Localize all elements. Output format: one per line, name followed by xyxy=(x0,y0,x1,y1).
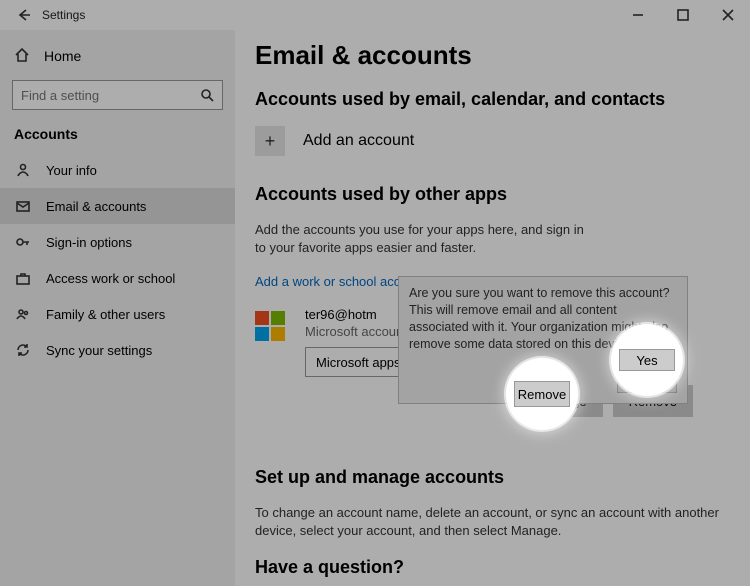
dialog-text: Are you sure you want to remove this acc… xyxy=(409,285,677,353)
close-icon xyxy=(720,7,736,23)
category-heading: Accounts xyxy=(0,110,235,152)
search-box[interactable] xyxy=(12,80,223,110)
person-icon xyxy=(14,162,32,178)
sidebar-item-your-info[interactable]: Your info xyxy=(0,152,235,188)
search-icon xyxy=(199,87,215,106)
sidebar-item-label: Sync your settings xyxy=(46,343,152,358)
section-desc-setup: To change an account name, delete an acc… xyxy=(255,504,730,539)
sidebar-item-label: Sign-in options xyxy=(46,235,132,250)
section-desc-other-apps: Add the accounts you use for your apps h… xyxy=(255,221,585,256)
arrow-left-icon xyxy=(15,7,31,23)
maximize-icon xyxy=(675,7,691,23)
dialog-yes-button[interactable]: Yes xyxy=(617,369,677,393)
sidebar-item-label: Access work or school xyxy=(46,271,175,286)
minimize-button[interactable] xyxy=(615,0,660,30)
mail-icon xyxy=(14,198,32,214)
search-input[interactable] xyxy=(12,80,223,110)
sidebar-item-label: Your info xyxy=(46,163,97,178)
home-icon xyxy=(14,47,30,66)
back-button[interactable] xyxy=(8,7,38,23)
sidebar-item-label: Family & other users xyxy=(46,307,165,322)
add-account-row[interactable]: + Add an account xyxy=(255,126,730,156)
section-title-question: Have a question? xyxy=(255,557,730,578)
home-nav[interactable]: Home xyxy=(0,38,235,74)
sidebar-item-sync[interactable]: Sync your settings xyxy=(0,332,235,368)
add-account-label: Add an account xyxy=(303,132,414,150)
sync-icon xyxy=(14,342,32,358)
sidebar-item-email-accounts[interactable]: Email & accounts xyxy=(0,188,235,224)
maximize-button[interactable] xyxy=(660,0,705,30)
microsoft-logo-icon xyxy=(255,311,285,341)
page-title: Email & accounts xyxy=(255,40,730,71)
briefcase-icon xyxy=(14,270,32,286)
key-icon xyxy=(14,234,32,250)
sidebar-item-family[interactable]: Family & other users xyxy=(0,296,235,332)
plus-icon: + xyxy=(255,126,285,156)
sidebar: Home Accounts Your info Email & accounts xyxy=(0,30,235,586)
sidebar-item-label: Email & accounts xyxy=(46,199,146,214)
section-title-email: Accounts used by email, calendar, and co… xyxy=(255,89,730,110)
minimize-icon xyxy=(630,7,646,23)
sidebar-item-signin-options[interactable]: Sign-in options xyxy=(0,224,235,260)
window-title: Settings xyxy=(42,8,85,22)
remove-confirm-dialog: Are you sure you want to remove this acc… xyxy=(398,276,688,404)
sidebar-item-access-work[interactable]: Access work or school xyxy=(0,260,235,296)
close-button[interactable] xyxy=(705,0,750,30)
titlebar: Settings xyxy=(0,0,750,30)
people-icon xyxy=(14,306,32,322)
section-title-setup: Set up and manage accounts xyxy=(255,467,730,488)
section-title-other-apps: Accounts used by other apps xyxy=(255,184,730,205)
home-label: Home xyxy=(44,48,81,64)
